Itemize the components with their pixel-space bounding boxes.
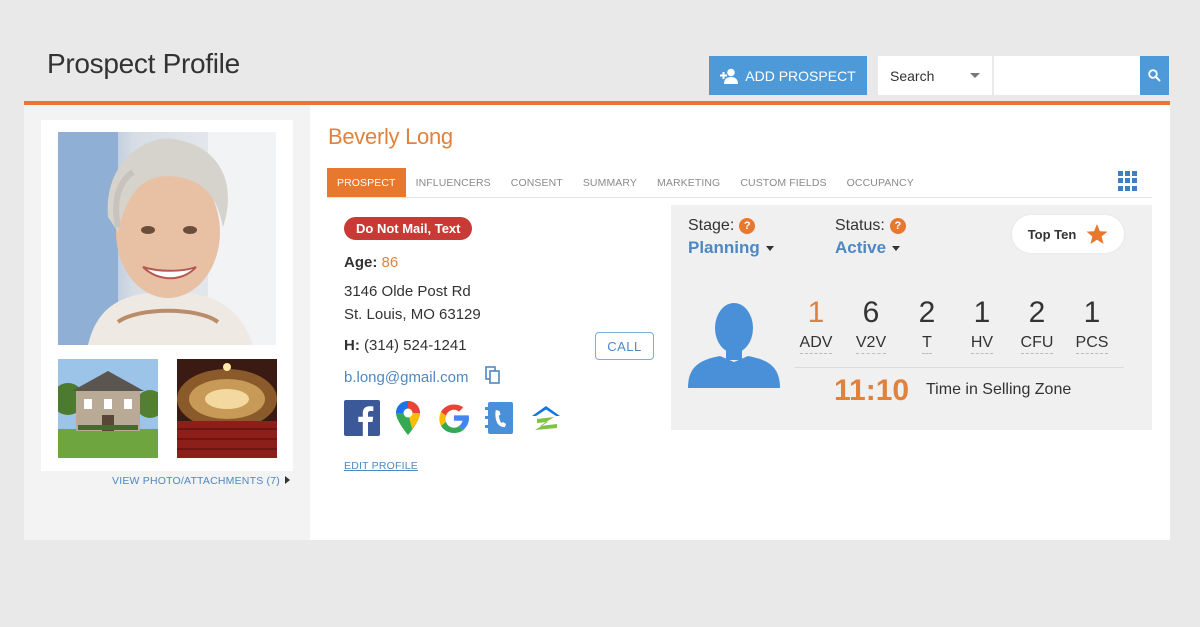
call-button[interactable]: CALL	[595, 332, 654, 360]
metric-value: 6	[862, 296, 880, 329]
copy-icon[interactable]	[485, 366, 501, 384]
do-not-contact-badge: Do Not Mail, Text	[344, 217, 473, 240]
metric-value: 2	[1028, 296, 1046, 329]
metric-hv[interactable]: 1 HV	[952, 296, 1012, 354]
facebook-icon[interactable]	[344, 400, 380, 436]
metric-v2v[interactable]: 6 V2V	[841, 296, 901, 354]
metric-cfu[interactable]: 2 CFU	[1007, 296, 1067, 354]
age-value: 86	[381, 254, 399, 271]
tab-marketing[interactable]: MARKETING	[647, 168, 730, 197]
tab-summary[interactable]: SUMMARY	[573, 168, 647, 197]
metric-value: 1	[807, 296, 825, 329]
metric-value: 2	[918, 296, 936, 329]
prospect-name: Beverly Long	[328, 124, 453, 149]
address-line1: 3146 Olde Post Rd	[344, 283, 471, 300]
profile-tabs: PROSPECT INFLUENCERS CONSENT SUMMARY MAR…	[327, 168, 924, 197]
apps-grid-icon[interactable]	[1118, 171, 1138, 191]
metric-label: HV	[970, 334, 994, 354]
selling-zone-time: 11:10	[834, 374, 910, 407]
person-silhouette-icon	[688, 303, 780, 388]
stage-label: Stage:	[688, 217, 735, 234]
zillow-icon[interactable]	[528, 400, 564, 436]
email-link[interactable]: b.long@gmail.com	[344, 369, 468, 386]
metric-label: T	[922, 334, 932, 354]
search-type-select[interactable]: Search	[878, 56, 992, 95]
tab-custom-fields[interactable]: CUSTOM FIELDS	[730, 168, 836, 197]
metric-label: CFU	[1020, 334, 1054, 354]
metric-value: 1	[973, 296, 991, 329]
stage-value: Planning	[688, 238, 760, 257]
profile-photo[interactable]	[58, 132, 276, 345]
metrics-divider	[794, 367, 1124, 368]
phonebook-icon[interactable]	[482, 400, 518, 436]
caret-right-icon	[284, 476, 290, 484]
google-icon[interactable]	[436, 400, 472, 436]
home-phone: H: (314) 524-1241	[344, 337, 467, 354]
metric-value: 1	[1083, 296, 1101, 329]
add-prospect-label: ADD PROSPECT	[745, 67, 856, 84]
age-field: Age: 86	[344, 254, 398, 271]
stage-label-row: Stage: ?	[688, 217, 756, 235]
tab-prospect[interactable]: PROSPECT	[327, 168, 406, 197]
metric-adv[interactable]: 1 ADV	[786, 296, 846, 354]
phone-label: H:	[344, 337, 360, 354]
search-input[interactable]	[994, 56, 1140, 95]
tab-occupancy[interactable]: OCCUPANCY	[837, 168, 924, 197]
star-icon	[1086, 223, 1108, 244]
add-user-icon	[720, 68, 739, 84]
help-icon[interactable]: ?	[889, 218, 906, 234]
add-prospect-button[interactable]: ADD PROSPECT	[709, 56, 867, 95]
view-attachments-link[interactable]: VIEW PHOTO/ATTACHMENTS (7)	[112, 475, 290, 487]
edit-profile-link[interactable]: EDIT PROFILE	[344, 460, 418, 472]
search-button[interactable]	[1140, 56, 1169, 95]
status-dropdown[interactable]: Active	[835, 238, 901, 258]
top-ten-label: Top Ten	[1027, 226, 1077, 242]
address-line2: St. Louis, MO 63129	[344, 306, 481, 323]
status-label: Status:	[835, 217, 885, 234]
page-title: Prospect Profile	[47, 48, 240, 79]
search-icon	[1148, 69, 1161, 82]
metric-label: ADV	[799, 334, 833, 354]
selling-zone-label: Time in Selling Zone	[926, 381, 1072, 398]
top-ten-toggle[interactable]: Top Ten	[1012, 215, 1124, 253]
metric-t[interactable]: 2 T	[897, 296, 957, 354]
google-maps-icon[interactable]	[390, 400, 426, 436]
tab-influencers[interactable]: INFLUENCERS	[406, 168, 501, 197]
age-label: Age:	[344, 254, 378, 271]
tab-consent[interactable]: CONSENT	[501, 168, 573, 197]
status-label-row: Status: ?	[835, 217, 906, 235]
help-icon[interactable]: ?	[739, 218, 756, 234]
phone-value: (314) 524-1241	[364, 337, 467, 354]
tab-divider	[327, 197, 1152, 198]
metric-label: V2V	[855, 334, 887, 354]
chevron-down-icon	[892, 245, 901, 251]
theater-thumbnail[interactable]	[177, 359, 277, 458]
metric-label: PCS	[1075, 334, 1109, 354]
chevron-down-icon	[765, 245, 774, 251]
metric-pcs[interactable]: 1 PCS	[1062, 296, 1122, 354]
stage-dropdown[interactable]: Planning	[688, 238, 774, 258]
search-type-value: Search	[890, 67, 935, 84]
status-value: Active	[835, 238, 887, 257]
view-attachments-label: VIEW PHOTO/ATTACHMENTS (7)	[112, 475, 280, 487]
house-thumbnail[interactable]	[58, 359, 158, 458]
chevron-down-icon	[970, 73, 980, 78]
